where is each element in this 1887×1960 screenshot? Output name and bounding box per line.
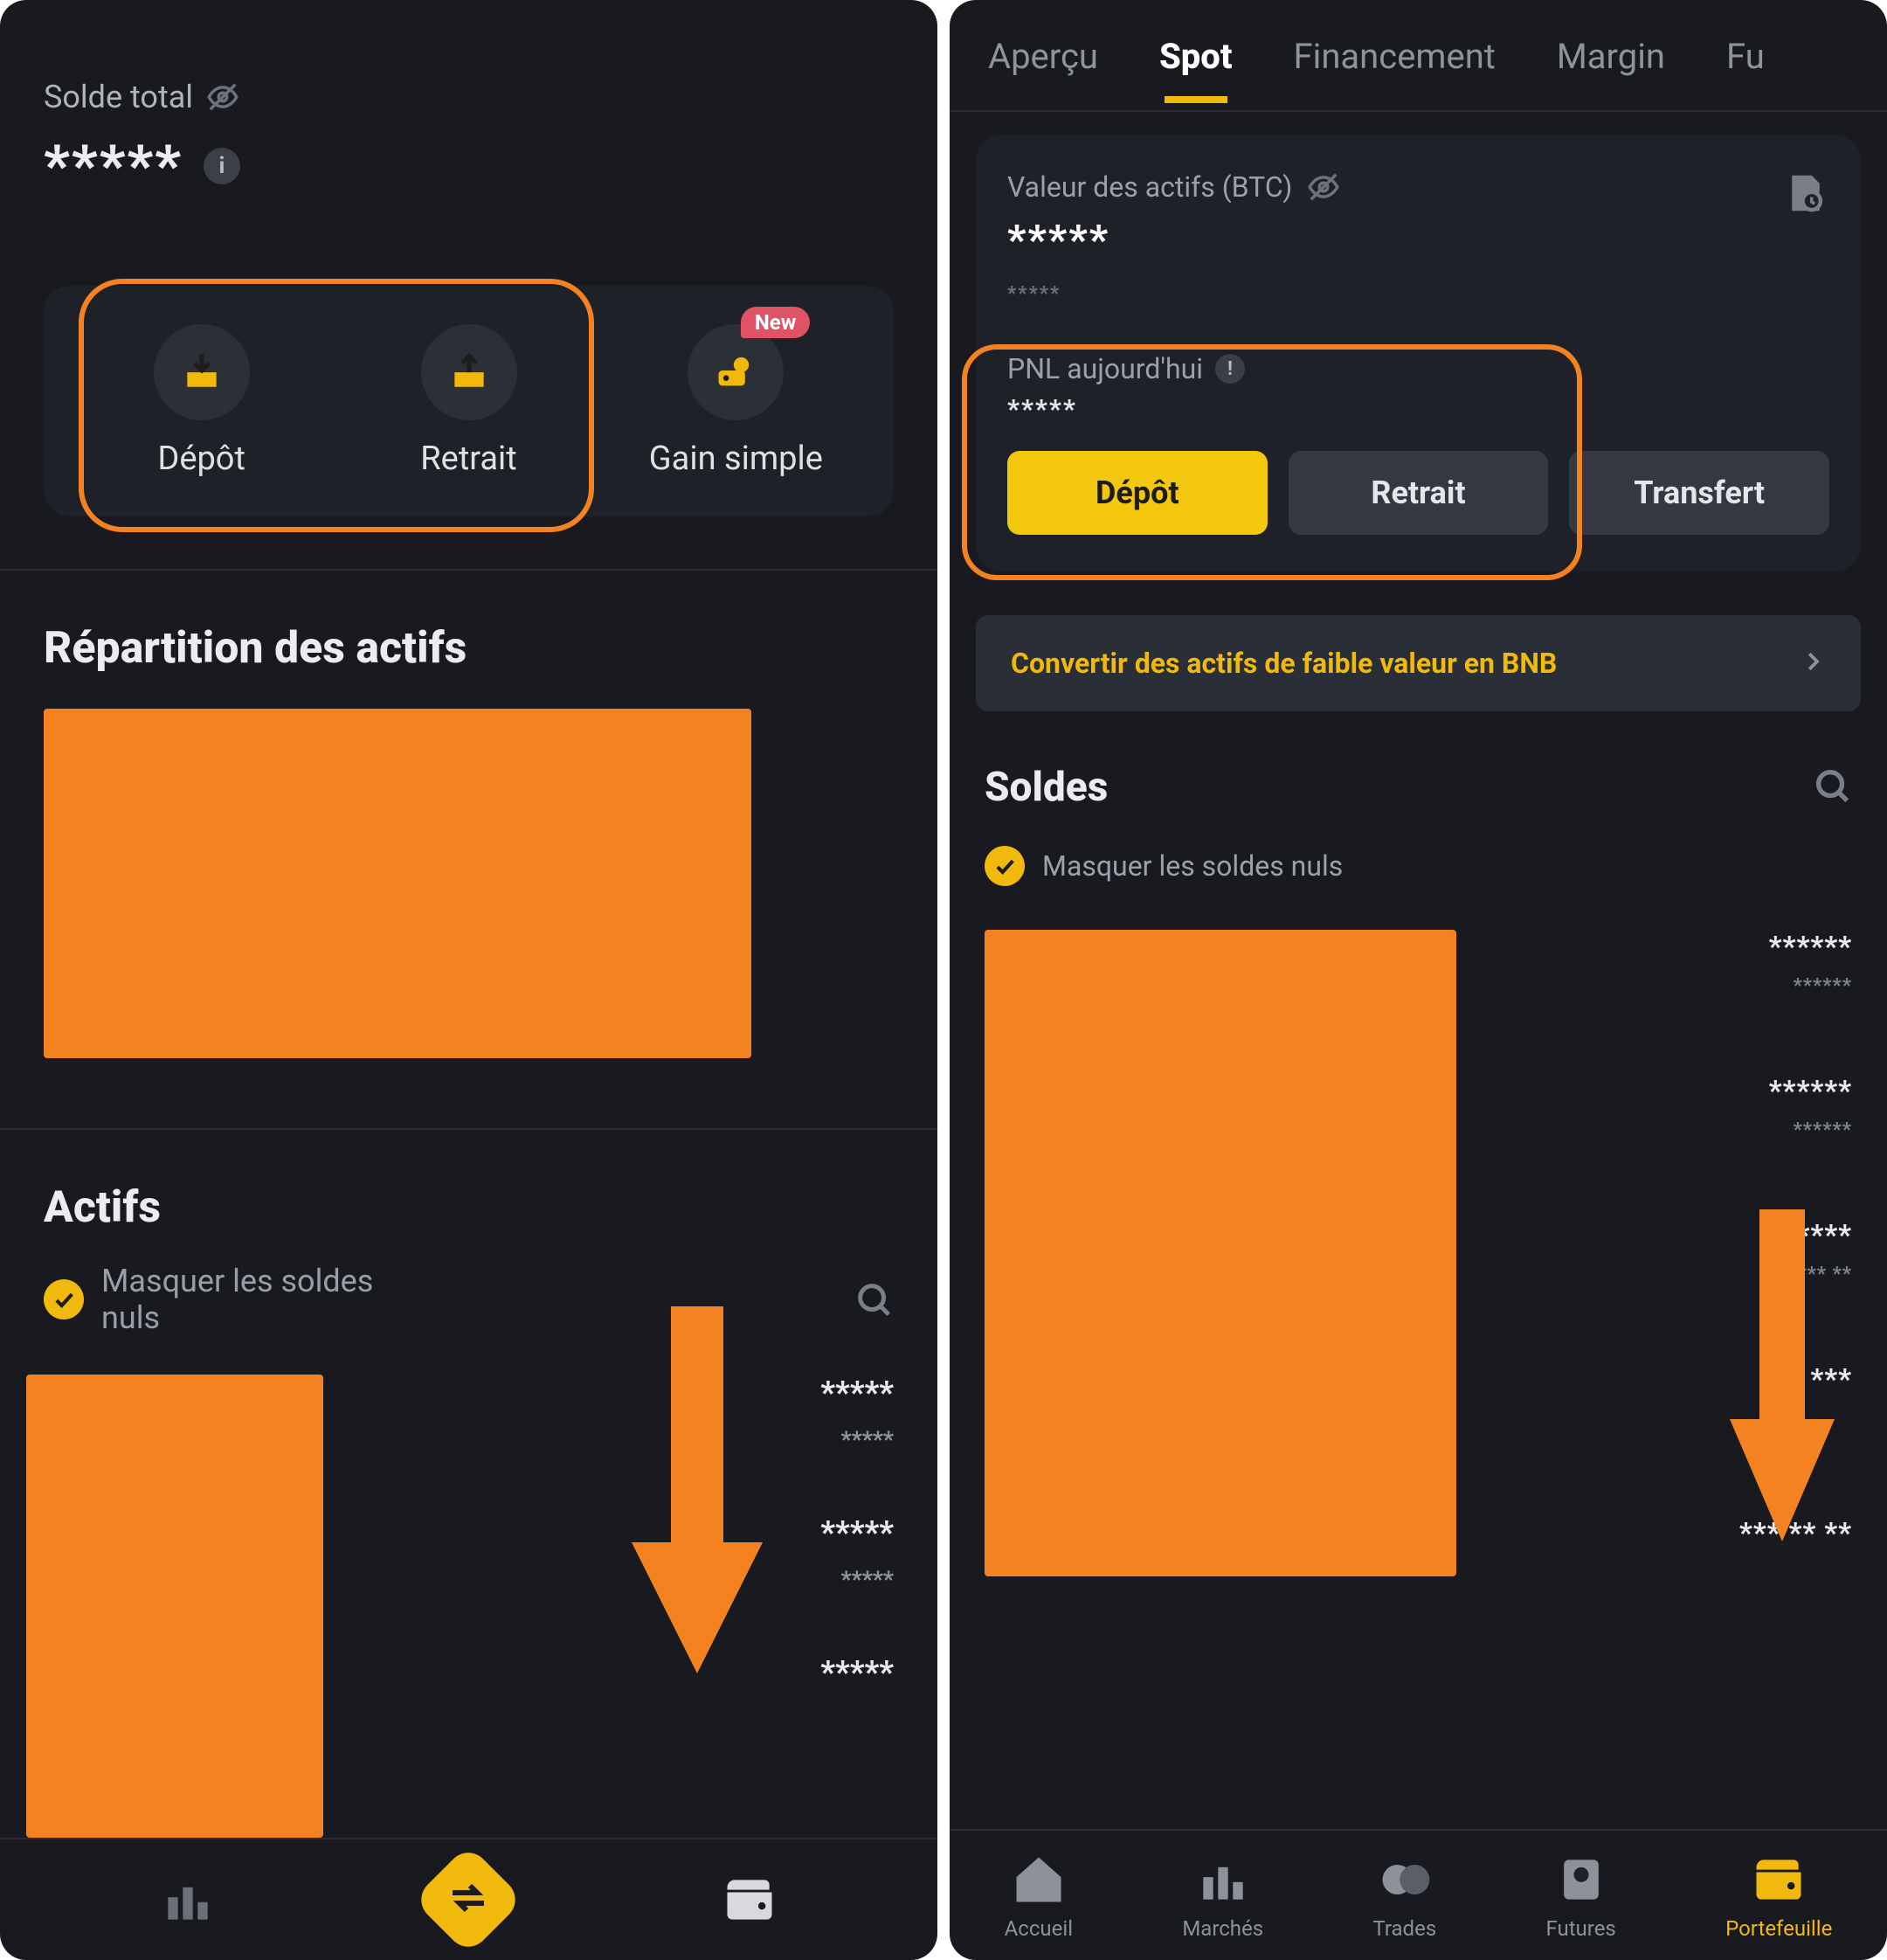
earn-label: Gain simple: [649, 440, 823, 478]
new-badge: New: [741, 307, 811, 338]
withdraw-action[interactable]: Retrait: [337, 324, 600, 478]
asset-3-amount: *****: [820, 1654, 894, 1691]
nav-markets[interactable]: [158, 1870, 218, 1929]
asset-list-area: ***** ***** ***** ***** *****: [0, 1354, 937, 1838]
wallet-icon: [1749, 1850, 1808, 1909]
asset-value-fiat: *****: [1007, 283, 1829, 305]
bal-3-amount: ******: [1739, 1218, 1852, 1251]
tab-overview[interactable]: Aperçu: [988, 36, 1098, 101]
nav-home[interactable]: Accueil: [1005, 1850, 1073, 1941]
bal-1-amount: ******: [1739, 930, 1852, 963]
withdraw-label: Retrait: [420, 440, 516, 478]
earn-action[interactable]: New Gain simple: [605, 324, 867, 478]
bal-4-amount: *** ***: [1739, 1362, 1852, 1396]
nav-trade[interactable]: [429, 1860, 508, 1939]
wallet-tabs: Aperçu Spot Financement Margin Fu: [950, 0, 1887, 112]
soldes-header: Soldes: [950, 711, 1887, 811]
actifs-title: Actifs: [44, 1182, 894, 1233]
bottom-nav: [0, 1838, 937, 1960]
asset-value-label: Valeur des actifs (BTC): [1007, 170, 1292, 204]
bars-icon: [158, 1870, 218, 1929]
check-icon: [985, 846, 1025, 886]
trade-diamond-icon: [413, 1844, 524, 1955]
annotation-arrow: [632, 1306, 763, 1673]
spot-actions: Dépôt Retrait Transfert: [1007, 451, 1829, 535]
search-icon[interactable]: [1812, 765, 1852, 809]
right-screen: Aperçu Spot Financement Margin Fu Valeur…: [950, 0, 1887, 1960]
repartition-section: Répartition des actifs: [0, 569, 937, 1076]
pnl-value: *****: [1007, 394, 1829, 425]
nav-home-label: Accueil: [1005, 1916, 1073, 1941]
left-screen: Solde total ***** i Dépôt: [0, 0, 937, 1960]
deposit-action[interactable]: Dépôt: [70, 324, 333, 478]
actifs-section: Actifs Masquer les soldes nuls: [0, 1128, 937, 1354]
pnl-label: PNL aujourd'hui: [1007, 352, 1203, 385]
nav-markets[interactable]: Marchés: [1182, 1850, 1263, 1941]
tab-margin[interactable]: Margin: [1557, 36, 1665, 101]
convert-banner[interactable]: Convertir des actifs de faible valeur en…: [976, 615, 1861, 711]
nav-futures[interactable]: Futures: [1545, 1850, 1615, 1941]
bal-2-amount: ******: [1739, 1074, 1852, 1107]
balances-list-area: ****** ****** ****** ****** ****** *** *…: [950, 886, 1887, 1576]
info-icon[interactable]: !: [1215, 354, 1245, 384]
futures-icon: [1552, 1850, 1611, 1909]
eye-off-icon[interactable]: [1306, 170, 1341, 204]
mask-null-row[interactable]: Masquer les soldes nuls: [950, 811, 1887, 886]
withdraw-button[interactable]: Retrait: [1289, 451, 1549, 535]
deposit-button[interactable]: Dépôt: [1007, 451, 1268, 535]
deposit-icon: [180, 349, 224, 396]
spot-summary-card: Valeur des actifs (BTC) ***** ***** PNL …: [976, 135, 1861, 571]
balances-redacted-block: [985, 930, 1456, 1576]
bal-2-fiat: ******: [1739, 1119, 1852, 1141]
actions-card: Dépôt Retrait New Gain simple: [44, 286, 894, 516]
mask-null-label: Masquer les soldes nuls: [101, 1263, 381, 1336]
tab-funding[interactable]: Financement: [1293, 36, 1495, 101]
chevron-right-icon: [1800, 648, 1826, 678]
total-balance-label: Solde total: [44, 79, 193, 115]
asset-2-amount: *****: [820, 1514, 894, 1551]
deposit-label: Dépôt: [157, 440, 245, 478]
nav-markets-label: Marchés: [1182, 1916, 1263, 1941]
asset-2-fiat: *****: [820, 1567, 894, 1593]
eye-off-icon[interactable]: [205, 80, 240, 114]
trades-icon: [1375, 1850, 1434, 1909]
nav-wallet-label: Portefeuille: [1725, 1916, 1832, 1941]
transfer-button[interactable]: Transfert: [1569, 451, 1829, 535]
bal-5-amount: *** ** **: [1739, 1516, 1852, 1549]
nav-wallet[interactable]: [720, 1870, 779, 1929]
bars-icon: [1193, 1850, 1253, 1909]
history-icon[interactable]: [1782, 170, 1829, 217]
tab-futures-partial[interactable]: Fu: [1726, 36, 1765, 101]
asset-1-amount: *****: [820, 1375, 894, 1411]
nav-trades-label: Trades: [1372, 1916, 1436, 1941]
wallet-icon: [720, 1870, 779, 1929]
balances-values: ****** ****** ****** ****** ****** *** *…: [1739, 930, 1852, 1549]
earn-icon: [713, 348, 758, 397]
asset-balances: ***** ***** ***** ***** *****: [820, 1375, 894, 1691]
nav-trades[interactable]: Trades: [1372, 1850, 1436, 1941]
mask-null-label: Masquer les soldes nuls: [1042, 849, 1343, 883]
asset-redacted-block: [26, 1375, 323, 1838]
repartition-title: Répartition des actifs: [44, 623, 894, 674]
nav-futures-label: Futures: [1545, 1916, 1615, 1941]
check-icon[interactable]: [44, 1279, 84, 1319]
home-icon: [1009, 1850, 1068, 1909]
search-icon[interactable]: [854, 1279, 894, 1319]
nav-wallet[interactable]: Portefeuille: [1725, 1850, 1832, 1941]
total-balance-value: *****: [44, 133, 183, 198]
convert-label: Convertir des actifs de faible valeur en…: [1011, 647, 1557, 680]
info-icon[interactable]: i: [204, 148, 240, 184]
withdraw-icon: [447, 349, 491, 396]
bal-3-fiat: *** **: [1739, 1264, 1852, 1285]
bal-1-fiat: ******: [1739, 975, 1852, 997]
tab-spot[interactable]: Spot: [1159, 36, 1233, 101]
bottom-nav: Accueil Marchés Trades Futures Portefeui…: [950, 1829, 1887, 1960]
balance-header: Solde total ***** i: [0, 0, 937, 233]
chart-redacted-block: [44, 709, 751, 1058]
soldes-title: Soldes: [985, 764, 1108, 811]
asset-value-amount: *****: [1007, 217, 1829, 264]
asset-1-fiat: *****: [820, 1427, 894, 1453]
